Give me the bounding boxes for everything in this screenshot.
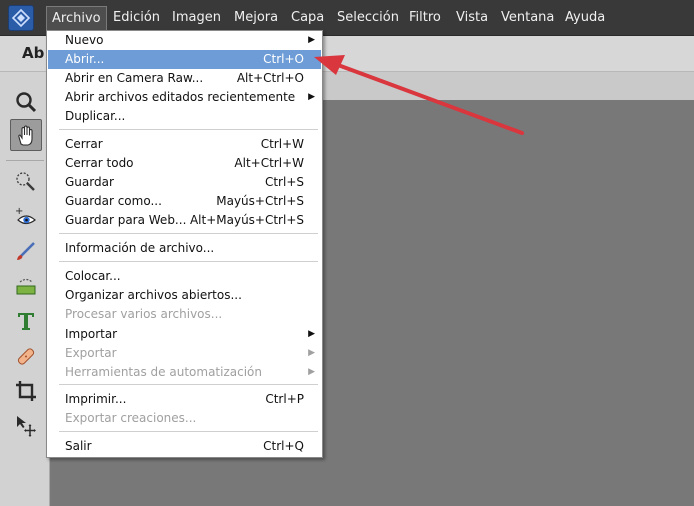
menu-separator (59, 129, 318, 130)
menu-item-guardar-web[interactable]: Guardar para Web... Alt+Mayús+Ctrl+S (48, 211, 321, 230)
menu-item-informacion-archivo[interactable]: Información de archivo... (48, 239, 321, 258)
menu-item-abrir-camera-raw[interactable]: Abrir en Camera Raw... Alt+Ctrl+O (48, 69, 321, 88)
submenu-arrow-icon: ▶ (308, 367, 315, 377)
menu-separator (59, 261, 318, 262)
hand-icon (18, 125, 33, 146)
menu-item-exportar: Exportar ▶ (48, 344, 321, 363)
menu-ayuda[interactable]: Ayuda (560, 0, 610, 36)
hand-tool[interactable] (10, 119, 42, 151)
quick-selection-icon (16, 172, 35, 191)
tools-panel: + (0, 72, 50, 506)
app-logo-icon[interactable] (8, 5, 34, 31)
eraser-icon (16, 278, 36, 295)
menu-item-nuevo[interactable]: Nuevo ▶ (48, 31, 321, 50)
red-eye-tool[interactable]: + (10, 201, 42, 233)
toolbar-divider (6, 160, 44, 161)
menu-separator (59, 233, 318, 234)
submenu-arrow-icon: ▶ (308, 348, 315, 358)
submenu-arrow-icon: ▶ (308, 329, 315, 339)
menu-item-guardar[interactable]: Guardar Ctrl+S (48, 173, 321, 192)
crop-icon (16, 381, 36, 401)
menu-item-duplicar[interactable]: Duplicar... (48, 107, 321, 126)
healing-brush-tool[interactable] (10, 340, 42, 372)
menu-item-salir[interactable]: Salir Ctrl+Q (48, 437, 321, 456)
menu-separator (59, 384, 318, 385)
menu-item-abrir-recientes[interactable]: Abrir archivos editados recientemente ▶ (48, 88, 321, 107)
type-icon (18, 313, 34, 330)
move-tool[interactable] (10, 410, 42, 442)
menu-seleccion[interactable]: Selección (332, 0, 404, 36)
menu-item-exportar-creaciones: Exportar creaciones... (65, 411, 197, 425)
zoom-tool[interactable] (10, 86, 42, 118)
eraser-tool[interactable] (10, 270, 42, 302)
quick-selection-tool[interactable] (10, 166, 42, 198)
red-eye-icon: + (15, 206, 36, 225)
menu-item-herramientas-automatizacion: Herramientas de automatización ▶ (48, 363, 321, 382)
menu-item-imprimir[interactable]: Imprimir... Ctrl+P (48, 390, 321, 409)
mode-label: Ab (22, 44, 45, 62)
move-icon (17, 416, 36, 437)
svg-text:+: + (15, 206, 23, 217)
submenu-arrow-icon: ▶ (308, 92, 315, 102)
menu-ventana[interactable]: Ventana (496, 0, 559, 36)
menu-item-colocar[interactable]: Colocar... (48, 267, 321, 286)
menu-item-cerrar[interactable]: Cerrar Ctrl+W (48, 135, 321, 154)
menu-filtro[interactable]: Filtro (404, 0, 446, 36)
healing-bandage-icon (17, 348, 35, 365)
menu-vista[interactable]: Vista (451, 0, 493, 36)
menu-item-importar[interactable]: Importar ▶ (48, 325, 321, 344)
menu-separator (59, 431, 318, 432)
type-tool[interactable] (10, 305, 42, 337)
brush-tool[interactable] (10, 235, 42, 267)
submenu-arrow-icon: ▶ (308, 35, 315, 45)
menu-item-procesar-varios: Procesar varios archivos... (65, 307, 223, 321)
menu-item-abrir[interactable]: Abrir... Ctrl+O (48, 50, 321, 69)
zoom-icon (16, 92, 37, 113)
crop-tool[interactable] (10, 375, 42, 407)
menu-item-organizar-archivos[interactable]: Organizar archivos abiertos... (48, 286, 321, 305)
brush-icon (17, 242, 35, 260)
menu-item-guardar-como[interactable]: Guardar como... Mayús+Ctrl+S (48, 192, 321, 211)
archivo-menu: Nuevo ▶ Abrir... Ctrl+O Abrir en Camera … (46, 30, 323, 458)
menu-item-cerrar-todo[interactable]: Cerrar todo Alt+Ctrl+W (48, 154, 321, 173)
